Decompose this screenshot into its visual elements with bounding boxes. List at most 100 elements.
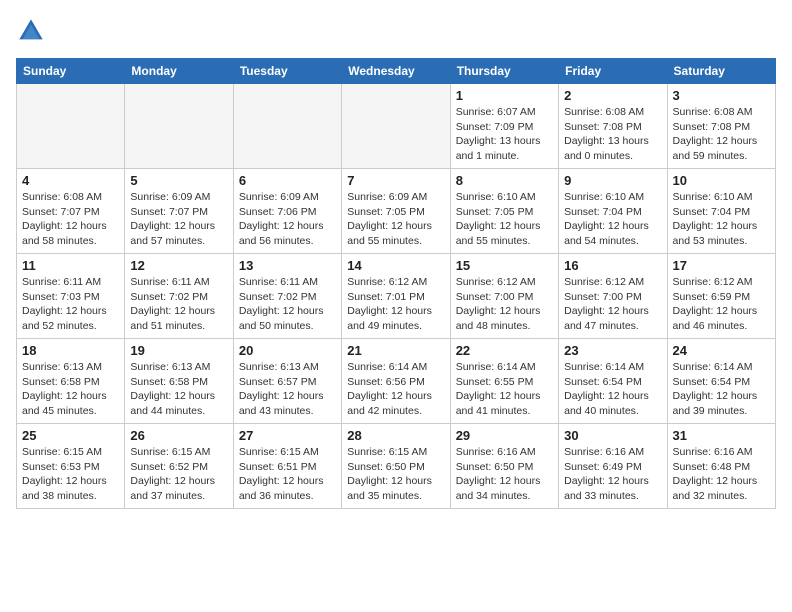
day-number: 8 [456, 173, 553, 188]
day-info: Sunrise: 6:15 AM Sunset: 6:51 PM Dayligh… [239, 445, 336, 504]
calendar-weekday-wednesday: Wednesday [342, 59, 450, 84]
day-number: 23 [564, 343, 661, 358]
day-info: Sunrise: 6:08 AM Sunset: 7:08 PM Dayligh… [564, 105, 661, 164]
calendar-week-2: 4 Sunrise: 6:08 AM Sunset: 7:07 PM Daylig… [17, 169, 776, 254]
day-number: 29 [456, 428, 553, 443]
day-info: Sunrise: 6:11 AM Sunset: 7:02 PM Dayligh… [239, 275, 336, 334]
calendar-cell: 8 Sunrise: 6:10 AM Sunset: 7:05 PM Daylig… [450, 169, 558, 254]
day-number: 4 [22, 173, 119, 188]
calendar-weekday-friday: Friday [559, 59, 667, 84]
day-info: Sunrise: 6:12 AM Sunset: 7:00 PM Dayligh… [564, 275, 661, 334]
day-info: Sunrise: 6:15 AM Sunset: 6:53 PM Dayligh… [22, 445, 119, 504]
calendar-week-1: 1 Sunrise: 6:07 AM Sunset: 7:09 PM Daylig… [17, 84, 776, 169]
calendar-cell: 16 Sunrise: 6:12 AM Sunset: 7:00 PM Dayli… [559, 254, 667, 339]
day-info: Sunrise: 6:14 AM Sunset: 6:54 PM Dayligh… [673, 360, 770, 419]
calendar-cell: 19 Sunrise: 6:13 AM Sunset: 6:58 PM Dayli… [125, 339, 233, 424]
day-info: Sunrise: 6:14 AM Sunset: 6:56 PM Dayligh… [347, 360, 444, 419]
day-number: 21 [347, 343, 444, 358]
day-number: 14 [347, 258, 444, 273]
calendar-cell: 13 Sunrise: 6:11 AM Sunset: 7:02 PM Dayli… [233, 254, 341, 339]
day-info: Sunrise: 6:13 AM Sunset: 6:57 PM Dayligh… [239, 360, 336, 419]
day-number: 2 [564, 88, 661, 103]
calendar-cell: 31 Sunrise: 6:16 AM Sunset: 6:48 PM Dayli… [667, 424, 775, 509]
day-info: Sunrise: 6:08 AM Sunset: 7:07 PM Dayligh… [22, 190, 119, 249]
calendar-cell: 7 Sunrise: 6:09 AM Sunset: 7:05 PM Daylig… [342, 169, 450, 254]
day-info: Sunrise: 6:09 AM Sunset: 7:06 PM Dayligh… [239, 190, 336, 249]
day-info: Sunrise: 6:07 AM Sunset: 7:09 PM Dayligh… [456, 105, 553, 164]
logo-icon [16, 16, 46, 46]
day-number: 15 [456, 258, 553, 273]
day-number: 28 [347, 428, 444, 443]
day-info: Sunrise: 6:16 AM Sunset: 6:49 PM Dayligh… [564, 445, 661, 504]
day-number: 20 [239, 343, 336, 358]
calendar-week-5: 25 Sunrise: 6:15 AM Sunset: 6:53 PM Dayli… [17, 424, 776, 509]
calendar-cell: 11Sunrise: 6:11 AM Sunset: 7:03 PM Dayli… [17, 254, 125, 339]
day-info: Sunrise: 6:12 AM Sunset: 6:59 PM Dayligh… [673, 275, 770, 334]
calendar-cell [233, 84, 341, 169]
calendar-cell [342, 84, 450, 169]
day-info: Sunrise: 6:15 AM Sunset: 6:52 PM Dayligh… [130, 445, 227, 504]
calendar-weekday-sunday: Sunday [17, 59, 125, 84]
calendar-weekday-saturday: Saturday [667, 59, 775, 84]
day-number: 11 [22, 258, 119, 273]
day-number: 6 [239, 173, 336, 188]
day-number: 16 [564, 258, 661, 273]
calendar-cell: 30 Sunrise: 6:16 AM Sunset: 6:49 PM Dayli… [559, 424, 667, 509]
calendar-cell: 20 Sunrise: 6:13 AM Sunset: 6:57 PM Dayli… [233, 339, 341, 424]
day-info: Sunrise: 6:16 AM Sunset: 6:50 PM Dayligh… [456, 445, 553, 504]
calendar-cell: 24 Sunrise: 6:14 AM Sunset: 6:54 PM Dayli… [667, 339, 775, 424]
calendar-week-3: 11Sunrise: 6:11 AM Sunset: 7:03 PM Dayli… [17, 254, 776, 339]
day-number: 7 [347, 173, 444, 188]
calendar-cell: 5 Sunrise: 6:09 AM Sunset: 7:07 PM Daylig… [125, 169, 233, 254]
day-number: 1 [456, 88, 553, 103]
day-info: Sunrise: 6:10 AM Sunset: 7:04 PM Dayligh… [564, 190, 661, 249]
logo[interactable] [16, 16, 50, 46]
calendar-cell: 25 Sunrise: 6:15 AM Sunset: 6:53 PM Dayli… [17, 424, 125, 509]
calendar-cell: 18 Sunrise: 6:13 AM Sunset: 6:58 PM Dayli… [17, 339, 125, 424]
day-number: 26 [130, 428, 227, 443]
calendar-header-row: SundayMondayTuesdayWednesdayThursdayFrid… [17, 59, 776, 84]
day-info: Sunrise: 6:09 AM Sunset: 7:07 PM Dayligh… [130, 190, 227, 249]
day-number: 17 [673, 258, 770, 273]
day-info: Sunrise: 6:14 AM Sunset: 6:54 PM Dayligh… [564, 360, 661, 419]
day-info: Sunrise: 6:15 AM Sunset: 6:50 PM Dayligh… [347, 445, 444, 504]
calendar-cell: 1 Sunrise: 6:07 AM Sunset: 7:09 PM Daylig… [450, 84, 558, 169]
day-number: 19 [130, 343, 227, 358]
day-number: 25 [22, 428, 119, 443]
day-number: 22 [456, 343, 553, 358]
calendar-cell: 21 Sunrise: 6:14 AM Sunset: 6:56 PM Dayli… [342, 339, 450, 424]
day-number: 9 [564, 173, 661, 188]
calendar-cell: 2 Sunrise: 6:08 AM Sunset: 7:08 PM Daylig… [559, 84, 667, 169]
day-number: 13 [239, 258, 336, 273]
day-info: Sunrise: 6:10 AM Sunset: 7:04 PM Dayligh… [673, 190, 770, 249]
calendar-weekday-tuesday: Tuesday [233, 59, 341, 84]
calendar-cell: 9 Sunrise: 6:10 AM Sunset: 7:04 PM Daylig… [559, 169, 667, 254]
day-number: 18 [22, 343, 119, 358]
calendar-cell: 27Sunrise: 6:15 AM Sunset: 6:51 PM Dayli… [233, 424, 341, 509]
calendar-cell [125, 84, 233, 169]
calendar-cell: 28 Sunrise: 6:15 AM Sunset: 6:50 PM Dayli… [342, 424, 450, 509]
calendar-cell: 6 Sunrise: 6:09 AM Sunset: 7:06 PM Daylig… [233, 169, 341, 254]
day-info: Sunrise: 6:09 AM Sunset: 7:05 PM Dayligh… [347, 190, 444, 249]
day-number: 30 [564, 428, 661, 443]
day-number: 31 [673, 428, 770, 443]
calendar-cell: 22 Sunrise: 6:14 AM Sunset: 6:55 PM Dayli… [450, 339, 558, 424]
day-number: 12 [130, 258, 227, 273]
calendar-cell: 3Sunrise: 6:08 AM Sunset: 7:08 PM Daylig… [667, 84, 775, 169]
day-info: Sunrise: 6:08 AM Sunset: 7:08 PM Dayligh… [673, 105, 770, 164]
calendar-table: SundayMondayTuesdayWednesdayThursdayFrid… [16, 58, 776, 509]
day-number: 5 [130, 173, 227, 188]
day-info: Sunrise: 6:11 AM Sunset: 7:02 PM Dayligh… [130, 275, 227, 334]
calendar-cell: 15 Sunrise: 6:12 AM Sunset: 7:00 PM Dayli… [450, 254, 558, 339]
day-info: Sunrise: 6:13 AM Sunset: 6:58 PM Dayligh… [22, 360, 119, 419]
calendar-cell: 4 Sunrise: 6:08 AM Sunset: 7:07 PM Daylig… [17, 169, 125, 254]
day-info: Sunrise: 6:10 AM Sunset: 7:05 PM Dayligh… [456, 190, 553, 249]
day-info: Sunrise: 6:12 AM Sunset: 7:00 PM Dayligh… [456, 275, 553, 334]
calendar-weekday-monday: Monday [125, 59, 233, 84]
day-info: Sunrise: 6:13 AM Sunset: 6:58 PM Dayligh… [130, 360, 227, 419]
day-info: Sunrise: 6:14 AM Sunset: 6:55 PM Dayligh… [456, 360, 553, 419]
calendar-cell: 14Sunrise: 6:12 AM Sunset: 7:01 PM Dayli… [342, 254, 450, 339]
day-number: 24 [673, 343, 770, 358]
calendar-week-4: 18 Sunrise: 6:13 AM Sunset: 6:58 PM Dayli… [17, 339, 776, 424]
day-info: Sunrise: 6:16 AM Sunset: 6:48 PM Dayligh… [673, 445, 770, 504]
